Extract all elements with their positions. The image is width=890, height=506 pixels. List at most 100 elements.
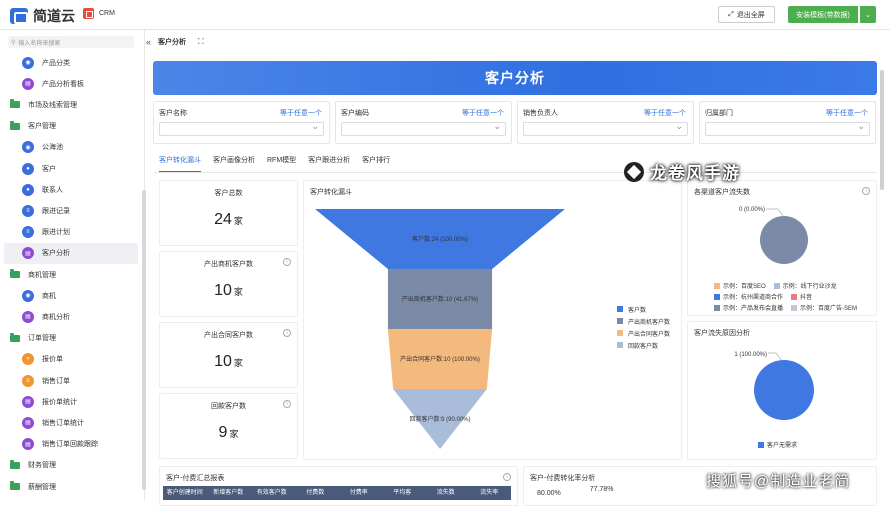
legend-item[interactable]: 回款客户数 [617,339,670,351]
metric-value: 10 家 [214,353,243,370]
sidebar-item-label: 产品分类 [42,59,70,67]
legend-item[interactable]: 示例：产品发布会直播 [714,303,783,312]
filter-operator[interactable]: 等于任意一个 [280,108,322,118]
sidebar-item[interactable]: ▤ 报价单统计 [4,391,138,412]
filter-operator[interactable]: 等于任意一个 [462,108,504,118]
legend-item[interactable]: 产出合同客户数 [617,327,670,339]
filter-select[interactable] [159,121,324,136]
legend-item[interactable]: 示例：百度SEO [714,281,766,290]
purple-chart-icon: ▤ [22,416,34,429]
exit-fullscreen-button[interactable]: ⤢ 退出全屏 [718,6,775,23]
sidebar-item-label: 商机分析 [42,313,70,321]
legend-swatch [617,306,623,312]
filter-operator[interactable]: 等于任意一个 [826,108,868,118]
pie-slice[interactable] [754,360,814,420]
folder-icon [10,459,20,469]
sidebar-item-label: 商机 [42,292,56,300]
info-icon[interactable]: i [862,187,870,195]
legend-label: 客户数 [628,307,647,314]
sidebar-item[interactable]: 订单管理 [10,328,144,349]
collapse-sidebar-icon[interactable]: « [146,37,156,47]
table-header-cell[interactable]: 流失数 [424,486,468,500]
purple-chart-icon: ▤ [22,395,34,408]
filter-select[interactable] [523,121,688,136]
pie-data-label: 0 (0.00%) [739,207,765,213]
legend-item[interactable]: 示例：百度广告-SEM [791,303,857,312]
sidebar-item[interactable]: ▤ 商机分析 [4,306,138,327]
watermark-bottom: 搜狐号@制造业老简 [706,473,851,490]
sidebar-item[interactable]: 市场及线索管理 [10,94,144,115]
pie-slice[interactable] [760,216,808,264]
expand-icon[interactable]: ⛶ [198,37,204,47]
sidebar-item[interactable]: ▤ 销售订单回款跟踪 [4,434,138,455]
exit-fullscreen-icon: ⤢ [728,10,734,18]
main-scrollbar[interactable] [880,70,884,190]
sidebar-item[interactable]: » 报价单 [4,349,138,370]
legend-item[interactable]: 示例：杭州渠道商合作 [714,292,783,301]
blue-user-icon: ● [22,183,34,196]
info-icon[interactable]: i [283,400,291,408]
sidebar-item[interactable]: 财务管理 [10,455,144,476]
legend-item[interactable]: 抖音 [791,292,812,301]
table-header-cell[interactable]: 付费数 [294,486,338,500]
sidebar-item[interactable]: ◉ 商机 [4,285,138,306]
filter-label: 客户名称 [159,110,187,117]
sidebar-search-input[interactable]: ⚲ 输入名称来搜索 [8,36,134,48]
sidebar-scrollbar[interactable] [142,190,146,490]
payment-table-title: 客户-付费汇总报表 [166,475,225,482]
tab-followup[interactable]: 客户跟进分析 [308,155,350,173]
blue-list-icon: ≡ [22,204,34,217]
sidebar-item[interactable]: ≡ 销售订单 [4,370,138,391]
table-header-cell[interactable]: 有效客户数 [250,486,294,500]
sidebar-item[interactable]: 薪酬管理 [10,476,144,497]
tab-ranking[interactable]: 客户排行 [362,155,390,173]
sidebar-item[interactable]: ▤ 产品分析看板 [4,73,138,94]
legend-item[interactable]: 客户数 [617,303,670,315]
table-header-cell[interactable]: 平均客 [381,486,425,500]
sidebar-item[interactable]: ≡ 跟进计划 [4,222,138,243]
tab-rfm[interactable]: RFM模型 [267,155,296,173]
install-template-button[interactable]: 安装模板(带数据) [788,6,858,23]
legend-item[interactable]: 客户无需求 [758,440,797,449]
sidebar-item[interactable]: ▤ 销售订单统计 [4,412,138,433]
pie-label-line [775,352,783,362]
blue-circle-icon: ◉ [22,141,34,154]
legend-item[interactable]: 示例：线下行业沙龙 [773,281,837,290]
info-icon[interactable]: i [283,329,291,337]
app-switcher[interactable]: CRM [83,8,115,19]
legend-item[interactable]: 产出商机客户数 [617,315,670,327]
funnel-stage-label: 产出商机客户数:10 (41.67%) [402,295,478,303]
sidebar-item[interactable]: ◉ 产品分类 [4,52,138,73]
jiandaoyun-logo-icon [10,8,28,24]
table-header-cell[interactable]: 流失率 [468,486,512,500]
sidebar-item[interactable]: 客户管理 [10,116,144,137]
legend-swatch [714,293,720,300]
sidebar-item[interactable]: ● 联系人 [4,179,138,200]
filter-select[interactable] [705,121,870,136]
sidebar-item[interactable]: ● 客户 [4,158,138,179]
install-dropdown-button[interactable]: ⌄ [859,6,876,23]
channel-pie-card: 各渠道客户流失数 i 0 (0.00%) 示例：百度SEO 示例：线下行业沙龙 示例… [687,180,877,316]
folder-icon [10,269,20,278]
tab-conversion-funnel[interactable]: 客户转化漏斗 [159,155,201,173]
filter-select[interactable] [341,121,506,136]
info-icon[interactable]: i [283,258,291,266]
table-header-cell[interactable]: 客户创建时间 [163,486,207,500]
sidebar-item[interactable]: ◉ 公海池 [4,137,138,158]
legend-label: 产出商机客户数 [628,319,671,326]
channel-pie-chart: 0 (0.00%) [739,207,808,264]
table-header-cell[interactable]: 新增客户数 [207,486,251,500]
filter-operator[interactable]: 等于任意一个 [644,108,686,118]
legend-swatch [617,330,623,336]
table-header-cell[interactable]: 付费率 [337,486,381,500]
sidebar-item-label: 跟进计划 [42,229,70,237]
info-icon[interactable]: i [503,473,511,481]
sidebar-item[interactable]: 商机管理 [10,264,144,285]
payment-table-header: 客户创建时间 新增客户数 有效客户数 付费数 付费率 平均客 流失数 流失率 [163,486,511,500]
sidebar-item[interactable]: ≡ 跟进记录 [4,200,138,221]
metric-label: 回款客户数 [211,403,246,410]
tab-customer-profile[interactable]: 客户画像分析 [213,155,255,173]
app-logo[interactable]: 简道云 [10,6,75,26]
dashboard-banner: 客户分析 [153,61,877,95]
sidebar-item[interactable]: ▤ 客户分析 [4,242,138,264]
